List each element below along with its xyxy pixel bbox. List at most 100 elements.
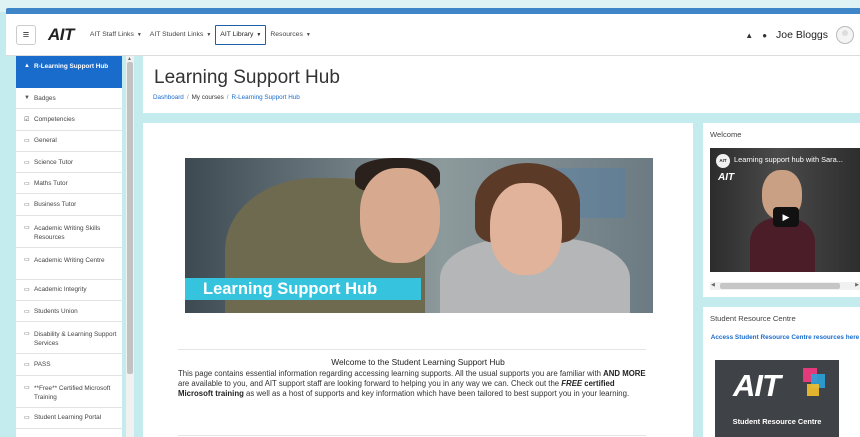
sidebar-item-label: Students Union	[34, 307, 78, 315]
sidebar-item-academic-integrity[interactable]: ▭ Academic Integrity	[16, 280, 122, 302]
folder-icon: ▭	[24, 384, 30, 391]
menu-library[interactable]: AIT Library ▼	[215, 24, 267, 45]
navbar-right: ▲ ● Joe Bloggs	[745, 14, 860, 56]
sidebar-item-label: Science Tutor	[34, 158, 74, 166]
scrollbar-thumb[interactable]	[127, 62, 133, 374]
menu-icon: ≡	[22, 28, 30, 41]
breadcrumb-dashboard[interactable]: Dashboard	[153, 94, 184, 101]
caret-down-icon: ▼	[305, 31, 311, 38]
caret-down-icon: ▼	[136, 31, 142, 38]
scroll-left-icon[interactable]: ◀	[711, 282, 715, 288]
shield-icon: ▼	[24, 95, 30, 102]
welcome-text-part: as well as a host of supports and key in…	[243, 389, 630, 398]
folder-icon: ▭	[24, 159, 30, 166]
sidebar-item-academic-writing-centre[interactable]: ▭ Academic Writing Centre	[16, 248, 122, 280]
sidebar-item-label: Academic Writing Skills Resources	[34, 224, 101, 241]
sidebar-item-label: Disability & Learning Support Services	[34, 331, 117, 348]
menu-resources[interactable]: Resources ▼	[266, 25, 314, 45]
video-title[interactable]: Learning support hub with Sara...	[734, 155, 843, 164]
breadcrumb-separator: /	[226, 94, 229, 101]
menu-student-links[interactable]: AIT Student Links ▼	[146, 25, 215, 45]
sidebar-item-label: Academic Writing Centre	[34, 256, 105, 264]
welcome-block: Welcome AIT Learning support hub with Sa…	[703, 123, 860, 297]
welcome-text: This page contains essential information…	[178, 369, 648, 399]
sidebar-item-pass[interactable]: ▭ PASS	[16, 354, 122, 376]
sidebar-item-competencies[interactable]: ☑ Competencies	[16, 109, 122, 131]
video-scrollbar[interactable]: ◀ ▶	[710, 282, 860, 290]
folder-icon: ▭	[24, 256, 30, 263]
folder-icon: ▭	[24, 287, 30, 294]
breadcrumb: Dashboard / My courses / R-Learning Support …	[153, 94, 300, 101]
sidebar-item-microsoft-training[interactable]: ▭ **Free** Certified Microsoft Training	[16, 376, 122, 408]
graduation-cap-icon: ▲	[24, 63, 30, 69]
scroll-right-icon[interactable]: ▶	[855, 282, 859, 288]
logo-speech-bubble	[807, 384, 819, 396]
scrollbar-thumb[interactable]	[720, 283, 840, 289]
menu-label: AIT Staff Links	[89, 31, 134, 38]
breadcrumb-my-courses[interactable]: My courses	[192, 94, 224, 101]
play-button[interactable]: ▶	[773, 207, 799, 227]
avatar[interactable]	[836, 26, 854, 44]
sidebar-item-science-tutor[interactable]: ▭ Science Tutor	[16, 152, 122, 174]
sidebar-item-student-learning-portal[interactable]: ▭ Student Learning Portal	[16, 408, 122, 429]
resource-centre-logo-caption: Student Resource Centre	[732, 417, 822, 426]
sidebar-item-business-tutor[interactable]: ▭ Business Tutor	[16, 194, 122, 216]
breadcrumb-course[interactable]: R-Learning Support Hub	[232, 94, 300, 101]
menu-label: Resources	[270, 31, 303, 38]
sidebar-item-label: General	[34, 137, 57, 145]
sidebar-item-learning-support-hub[interactable]: ▲ R-Learning Support Hub	[16, 56, 122, 88]
folder-icon: ▭	[24, 331, 30, 338]
welcome-text-part: are available to you, and AIT support st…	[178, 379, 562, 388]
sidebar-scrollbar[interactable]: ▲	[126, 56, 134, 437]
sidebar-item-students-union[interactable]: ▭ Students Union	[16, 301, 122, 323]
site-logo[interactable]: AIT	[48, 25, 74, 45]
sidebar-item-label: Competencies	[34, 115, 75, 123]
top-menu: AIT Staff Links ▼ AIT Student Links ▼ AIT …	[86, 24, 315, 45]
chat-icon[interactable]: ●	[762, 31, 767, 40]
welcome-emphasis: FREE	[561, 379, 583, 388]
sidebar-item-maths-tutor[interactable]: ▭ Maths Tutor	[16, 173, 122, 195]
block-title: Welcome	[710, 130, 742, 139]
folder-icon: ▭	[24, 138, 30, 145]
navbar: ≡ AIT AIT Staff Links ▼ AIT Student Links…	[6, 14, 860, 56]
video-watermark: AIT	[718, 172, 735, 183]
page-title: Learning Support Hub	[154, 67, 340, 88]
folder-icon: ▭	[24, 362, 30, 369]
banner-student-face	[490, 183, 562, 275]
sidebar-item-disability-support[interactable]: ▭ Disability & Learning Support Services	[16, 322, 122, 355]
caret-down-icon: ▼	[256, 31, 262, 38]
sidebar-item-label: Student Learning Portal	[34, 414, 102, 422]
banner-label: Learning Support Hub	[185, 278, 421, 300]
breadcrumb-separator: /	[186, 94, 189, 101]
sidebar-item-general[interactable]: ▭ General	[16, 131, 122, 152]
welcome-video[interactable]: AIT Learning support hub with Sara... AI…	[710, 148, 860, 272]
menu-staff-links[interactable]: AIT Staff Links ▼	[86, 25, 146, 45]
top-frame	[0, 0, 860, 14]
course-index-sidebar: ▲ R-Learning Support Hub ▼ Badges ☑ Compete…	[16, 56, 122, 437]
user-name[interactable]: Joe Bloggs	[776, 29, 828, 41]
sidebar-item-badges[interactable]: ▼ Badges	[16, 88, 122, 110]
page-header: Learning Support Hub Dashboard / My course…	[143, 56, 860, 113]
main-content: Learning Support Hub Welcome to the Stud…	[143, 123, 693, 437]
sidebar-item-label: Business Tutor	[34, 201, 77, 209]
folder-icon: ▭	[24, 415, 30, 422]
resource-centre-logo[interactable]: AIT Student Resource Centre	[715, 360, 839, 437]
welcome-heading: Welcome to the Student Learning Support …	[331, 357, 505, 367]
checkbox-icon: ☑	[24, 116, 30, 123]
video-channel-logo: AIT	[716, 154, 730, 168]
resource-centre-link[interactable]: Access Student Resource Centre resources…	[710, 333, 860, 342]
banner-student-face	[360, 168, 440, 263]
sidebar-item-academic-writing-skills[interactable]: ▭ Academic Writing Skills Resources	[16, 216, 122, 248]
bell-icon[interactable]: ▲	[745, 31, 753, 40]
welcome-emphasis: AND MORE	[603, 369, 646, 378]
sidebar-item-label: R-Learning Support Hub	[34, 63, 109, 70]
sidebar-item-label: Maths Tutor	[34, 179, 68, 187]
folder-icon: ▭	[24, 224, 30, 231]
menu-label: AIT Student Links	[149, 31, 204, 38]
student-resource-centre-block: Student Resource Centre Access Student R…	[703, 307, 860, 437]
welcome-text-part: This page contains essential information…	[178, 369, 604, 378]
caret-down-icon: ▼	[206, 31, 212, 38]
sidebar-item-label: **Free** Certified Microsoft Training	[34, 384, 111, 401]
sidebar-item-label: PASS	[34, 361, 51, 369]
menu-toggle-button[interactable]: ≡	[16, 24, 36, 45]
